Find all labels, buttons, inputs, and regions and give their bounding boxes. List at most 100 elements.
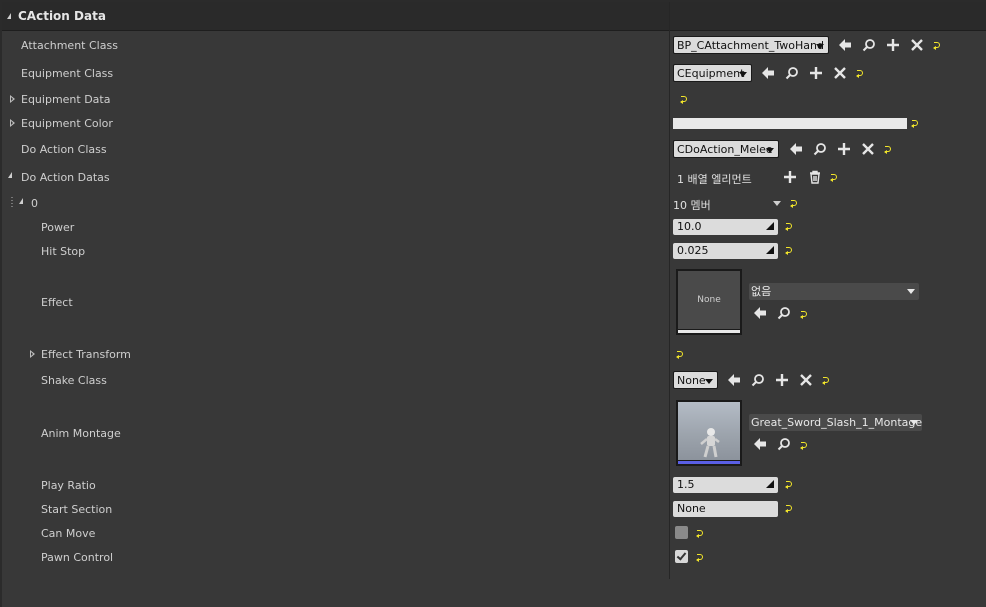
reset-arrow-icon[interactable] <box>676 350 685 359</box>
category-header[interactable]: CAction Data <box>2 2 986 31</box>
close-icon[interactable] <box>861 142 875 156</box>
reset-arrow-icon[interactable] <box>790 199 799 208</box>
arrow-left-icon[interactable] <box>789 142 803 156</box>
equipment-color-swatch[interactable] <box>673 118 907 129</box>
resize-icon <box>766 222 774 230</box>
resize-icon <box>766 246 774 254</box>
chevron-down-icon <box>910 420 918 425</box>
reset-arrow-icon[interactable] <box>800 310 809 319</box>
chevron-down-icon[interactable] <box>773 201 781 206</box>
shake-class-label: Shake Class <box>41 374 107 387</box>
chevron-down-icon <box>816 44 824 49</box>
arrow-left-icon[interactable] <box>753 306 767 320</box>
trash-icon[interactable] <box>808 170 822 184</box>
arrow-left-icon[interactable] <box>761 66 775 80</box>
attachment-class-combo[interactable]: BP_CAttachment_TwoHand <box>673 36 829 54</box>
drag-handle[interactable] <box>11 197 13 209</box>
chevron-down-icon <box>739 72 747 77</box>
arrow-left-icon[interactable] <box>727 373 741 387</box>
power-input[interactable]: 10.0 <box>673 219 778 235</box>
reset-arrow-icon[interactable] <box>830 173 839 182</box>
search-icon[interactable] <box>813 142 827 156</box>
reset-arrow-icon[interactable] <box>785 504 794 513</box>
thumbnail-bar <box>678 461 740 464</box>
equipment-class-combo[interactable]: CEquipment <box>673 64 752 82</box>
reset-arrow-icon[interactable] <box>933 41 942 50</box>
equipment-class-label: Equipment Class <box>21 67 114 80</box>
plus-icon[interactable] <box>783 170 797 184</box>
effect-asset-combo[interactable]: 없음 <box>749 283 919 300</box>
member-count-text: 10 멤버 <box>673 199 711 212</box>
details-panel <box>2 2 986 607</box>
reset-arrow-icon[interactable] <box>884 145 893 154</box>
chevron-down-icon <box>766 148 774 153</box>
search-icon[interactable] <box>785 66 799 80</box>
search-icon[interactable] <box>862 38 876 52</box>
reset-arrow-icon[interactable] <box>800 441 809 450</box>
equipment-color-label: Equipment Color <box>21 117 113 130</box>
close-icon[interactable] <box>833 66 847 80</box>
reset-arrow-icon[interactable] <box>785 480 794 489</box>
do-action-class-label: Do Action Class <box>21 143 107 156</box>
power-value: 10.0 <box>677 220 702 233</box>
anim-montage-combo[interactable]: Great_Sword_Slash_1_Montage <box>749 414 922 431</box>
plus-icon[interactable] <box>775 373 789 387</box>
hit-stop-label: Hit Stop <box>41 245 86 258</box>
do-action-class-combo[interactable]: CDoAction_Melee <box>673 140 779 158</box>
column-divider[interactable] <box>669 2 670 579</box>
character-figure-icon <box>700 428 720 458</box>
collapse-arrow-icon[interactable] <box>8 172 12 178</box>
collapse-arrow-icon[interactable] <box>7 13 11 19</box>
search-icon[interactable] <box>777 437 791 451</box>
play-ratio-input[interactable]: 1.5 <box>673 477 778 493</box>
thumbnail-none-text: None <box>678 271 740 329</box>
reset-arrow-icon[interactable] <box>785 222 794 231</box>
equipment-data-label: Equipment Data <box>21 93 111 106</box>
can-move-label: Can Move <box>41 527 96 540</box>
start-section-label: Start Section <box>41 503 113 516</box>
attachment-class-label: Attachment Class <box>21 39 118 52</box>
reset-arrow-icon[interactable] <box>696 553 705 562</box>
array-count-text: 1 배열 엘리먼트 <box>677 173 752 186</box>
chevron-down-icon <box>907 289 915 294</box>
hit-stop-input[interactable]: 0.025 <box>673 243 778 259</box>
plus-icon[interactable] <box>837 142 851 156</box>
effect-transform-label: Effect Transform <box>41 348 131 361</box>
reset-arrow-icon[interactable] <box>680 95 689 104</box>
effect-thumbnail[interactable]: None <box>676 269 742 335</box>
anim-montage-value: Great_Sword_Slash_1_Montage <box>751 416 923 429</box>
arrow-left-icon[interactable] <box>753 437 767 451</box>
arrow-left-icon[interactable] <box>838 38 852 52</box>
reset-arrow-icon[interactable] <box>911 119 920 128</box>
category-title: CAction Data <box>18 9 106 23</box>
expand-arrow-icon[interactable] <box>30 350 35 358</box>
do-action-datas-label: Do Action Datas <box>21 171 110 184</box>
expand-arrow-icon[interactable] <box>10 119 15 127</box>
plus-icon[interactable] <box>886 38 900 52</box>
search-icon[interactable] <box>777 306 791 320</box>
play-ratio-value: 1.5 <box>677 478 695 491</box>
equipment-class-value: CEquipment <box>677 67 745 80</box>
chevron-down-icon <box>705 379 713 384</box>
start-section-input[interactable]: None <box>673 501 778 517</box>
reset-arrow-icon[interactable] <box>856 69 865 78</box>
element-index-label: 0 <box>31 197 38 210</box>
shake-class-value: None <box>677 374 706 387</box>
pawn-control-checkbox[interactable] <box>675 550 688 563</box>
pawn-control-label: Pawn Control <box>41 551 114 564</box>
can-move-checkbox[interactable] <box>675 526 688 539</box>
anim-montage-thumbnail[interactable] <box>676 400 742 466</box>
reset-arrow-icon[interactable] <box>696 529 705 538</box>
search-icon[interactable] <box>751 373 765 387</box>
do-action-class-value: CDoAction_Melee <box>677 143 773 156</box>
reset-arrow-icon[interactable] <box>785 246 794 255</box>
expand-arrow-icon[interactable] <box>10 95 15 103</box>
collapse-arrow-icon[interactable] <box>19 198 23 204</box>
effect-label: Effect <box>41 296 73 309</box>
close-icon[interactable] <box>910 38 924 52</box>
thumbnail-bar <box>678 330 740 333</box>
close-icon[interactable] <box>799 373 813 387</box>
plus-icon[interactable] <box>809 66 823 80</box>
reset-arrow-icon[interactable] <box>822 376 831 385</box>
shake-class-combo[interactable]: None <box>673 371 718 389</box>
